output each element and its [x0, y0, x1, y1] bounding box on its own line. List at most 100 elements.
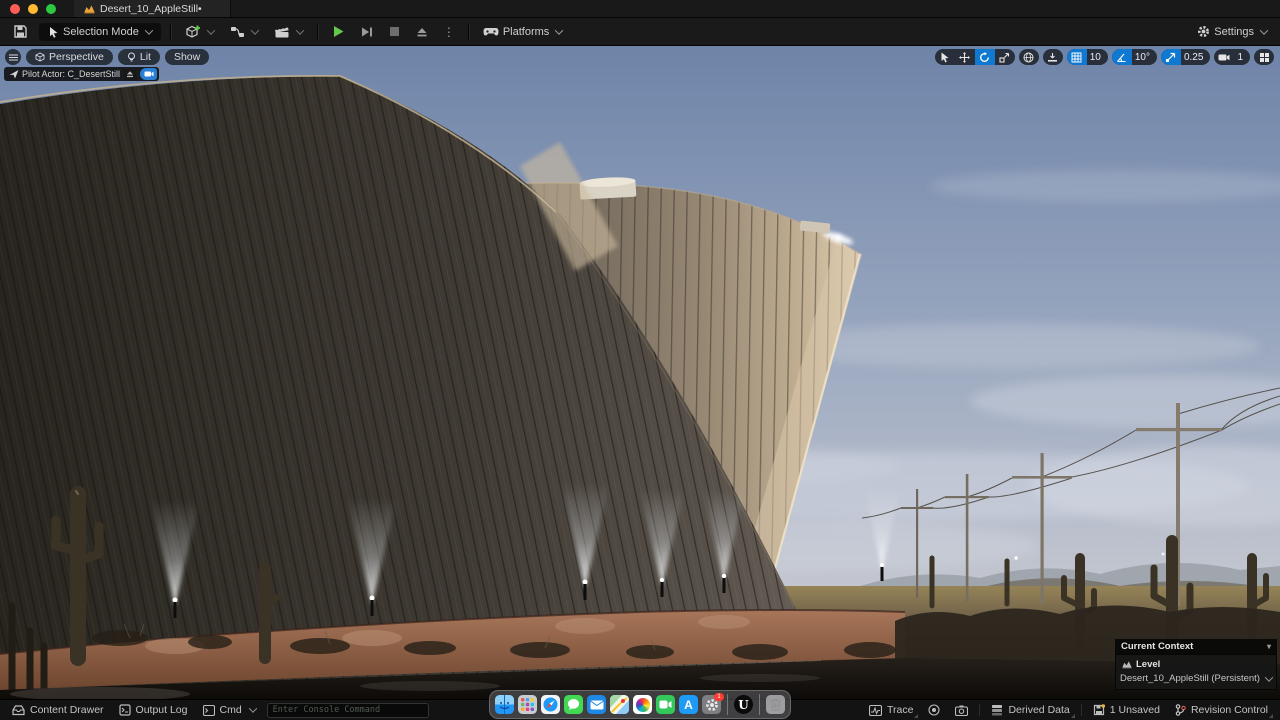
cinematics-dropdown[interactable]	[269, 22, 308, 42]
camera-speed-control[interactable]: 1	[1214, 49, 1250, 65]
lit-bulb-icon	[127, 52, 136, 62]
record-target-icon	[928, 704, 940, 716]
blueprints-dropdown[interactable]	[225, 22, 263, 42]
stop-button[interactable]	[384, 23, 405, 40]
insights-button[interactable]	[924, 704, 944, 716]
gamepad-icon	[483, 26, 499, 38]
camera-speed-value: 1	[1234, 52, 1250, 63]
gear-icon	[1197, 25, 1210, 38]
camera-speed-icon	[1218, 53, 1230, 62]
settings-dropdown[interactable]: Settings	[1192, 22, 1272, 41]
grid-snap-icon	[1071, 52, 1082, 63]
dock-icon-photos[interactable]	[633, 695, 652, 714]
pilot-plane-icon	[9, 69, 19, 79]
dock-icon-facetime[interactable]	[656, 695, 675, 714]
content-drawer-icon	[12, 704, 25, 716]
scale-tool-button[interactable]	[995, 49, 1015, 65]
transform-tools-group	[935, 49, 1015, 65]
viewport-options-button[interactable]	[5, 49, 21, 65]
rotation-snap-value: 10°	[1132, 52, 1157, 63]
viewport-topleft-controls: Perspective Lit Show	[5, 49, 209, 65]
pilot-actor-label: Pilot Actor: C_DesertStill	[22, 69, 120, 79]
revision-control-button[interactable]: Revision Control	[1171, 704, 1272, 716]
trace-icon	[869, 705, 882, 716]
move-tool-button[interactable]	[955, 49, 975, 65]
level-tab[interactable]: Desert_10_AppleStill•	[74, 0, 231, 17]
content-drawer-button[interactable]: Content Drawer	[8, 704, 108, 716]
surface-snapping-button[interactable]	[1043, 49, 1063, 65]
clapperboard-icon	[274, 25, 290, 39]
current-context-panel: Current Context ▾ Level Desert_10_AppleS…	[1115, 639, 1277, 690]
camera-icon	[144, 70, 154, 78]
current-level-dropdown[interactable]: Desert_10_AppleStill (Persistent)	[1120, 673, 1272, 684]
titlebar: Desert_10_AppleStill•	[0, 0, 1280, 18]
select-tool-button[interactable]	[935, 49, 955, 65]
view-mode-dropdown[interactable]: Lit	[118, 49, 160, 65]
perspective-cube-icon	[35, 52, 45, 62]
scale-snap-icon	[1165, 52, 1176, 63]
level-tab-icon	[84, 4, 95, 14]
dock-icon-safari[interactable]	[541, 695, 560, 714]
rotation-snap-control[interactable]: 10°	[1112, 49, 1157, 65]
quad-view-icon	[1259, 52, 1270, 63]
scale-snap-control[interactable]: 0.25	[1161, 49, 1210, 65]
grid-snap-control[interactable]: 10	[1067, 49, 1108, 65]
traffic-lights	[10, 4, 56, 14]
selection-mode-dropdown[interactable]: Selection Mode	[39, 23, 161, 41]
unsaved-button[interactable]: 1 Unsaved	[1089, 704, 1164, 716]
eject-button[interactable]	[411, 23, 433, 41]
pilot-camera-toggle[interactable]	[140, 68, 157, 80]
show-dropdown[interactable]: Show	[165, 49, 209, 65]
perspective-dropdown[interactable]: Perspective	[26, 49, 113, 65]
angle-snap-icon	[1116, 52, 1127, 63]
add-actor-dropdown[interactable]	[180, 21, 219, 42]
coord-space-button[interactable]	[1019, 49, 1039, 65]
revision-control-branch-icon	[1175, 704, 1186, 716]
derived-data-button[interactable]: Derived Data	[987, 704, 1073, 716]
dock-icon-messages[interactable]	[564, 695, 583, 714]
derived-data-icon	[991, 704, 1003, 716]
dock-icon-launchpad[interactable]	[518, 695, 537, 714]
minimize-button[interactable]	[28, 4, 38, 14]
dock-icon-maps[interactable]	[610, 695, 629, 714]
dock-icon-trash[interactable]	[766, 695, 785, 714]
play-button[interactable]	[327, 22, 350, 41]
screenshot-camera-icon	[955, 705, 968, 716]
cmd-dropdown[interactable]: Cmd	[199, 704, 260, 716]
settings-badge: 1	[714, 693, 724, 701]
pilot-actor-bar: Pilot Actor: C_DesertStill	[4, 67, 159, 81]
maximize-viewport-button[interactable]	[1254, 49, 1274, 65]
dock-icon-unreal-engine[interactable]: U	[734, 695, 753, 714]
platforms-dropdown[interactable]: Platforms	[478, 23, 567, 41]
dock-icon-mail[interactable]	[587, 695, 606, 714]
surface-snap-icon	[1047, 52, 1058, 63]
save-button[interactable]	[8, 21, 33, 42]
grid-snap-value: 10	[1087, 52, 1108, 63]
current-context-header[interactable]: Current Context ▾	[1115, 639, 1277, 654]
globe-icon	[1023, 52, 1034, 63]
console-command-input[interactable]	[267, 703, 429, 718]
move-icon	[959, 52, 970, 63]
rotate-tool-button[interactable]	[975, 49, 995, 65]
unreal-editor-window: Desert_10_AppleStill• Selection Mode	[0, 0, 1280, 720]
window-title: Desert_10_AppleStill•	[100, 3, 202, 15]
level-viewport-scene[interactable]	[0, 46, 1280, 699]
output-log-button[interactable]: Output Log	[115, 704, 192, 716]
close-button[interactable]	[10, 4, 20, 14]
select-arrow-icon	[940, 52, 950, 63]
dock-separator-2	[759, 694, 760, 715]
zoom-button[interactable]	[46, 4, 56, 14]
skip-frame-button[interactable]	[356, 23, 378, 41]
dock-icon-system-settings[interactable]: 1	[702, 695, 721, 714]
level-viewport[interactable]: Perspective Lit Show Pilot Actor: C_Dese…	[0, 46, 1280, 699]
current-context-level-row: Level	[1120, 658, 1272, 673]
blueprint-node-icon	[230, 25, 245, 39]
dock-icon-app-store[interactable]: A	[679, 695, 698, 714]
output-log-icon	[119, 704, 131, 716]
macos-dock: A 1 U	[489, 690, 791, 719]
dock-icon-finder[interactable]	[495, 695, 514, 714]
screenshot-button[interactable]	[951, 705, 972, 716]
play-options-kebab[interactable]: ⋮	[439, 25, 459, 39]
trace-button[interactable]: Trace	[865, 704, 917, 716]
stop-piloting-button[interactable]	[123, 69, 137, 80]
